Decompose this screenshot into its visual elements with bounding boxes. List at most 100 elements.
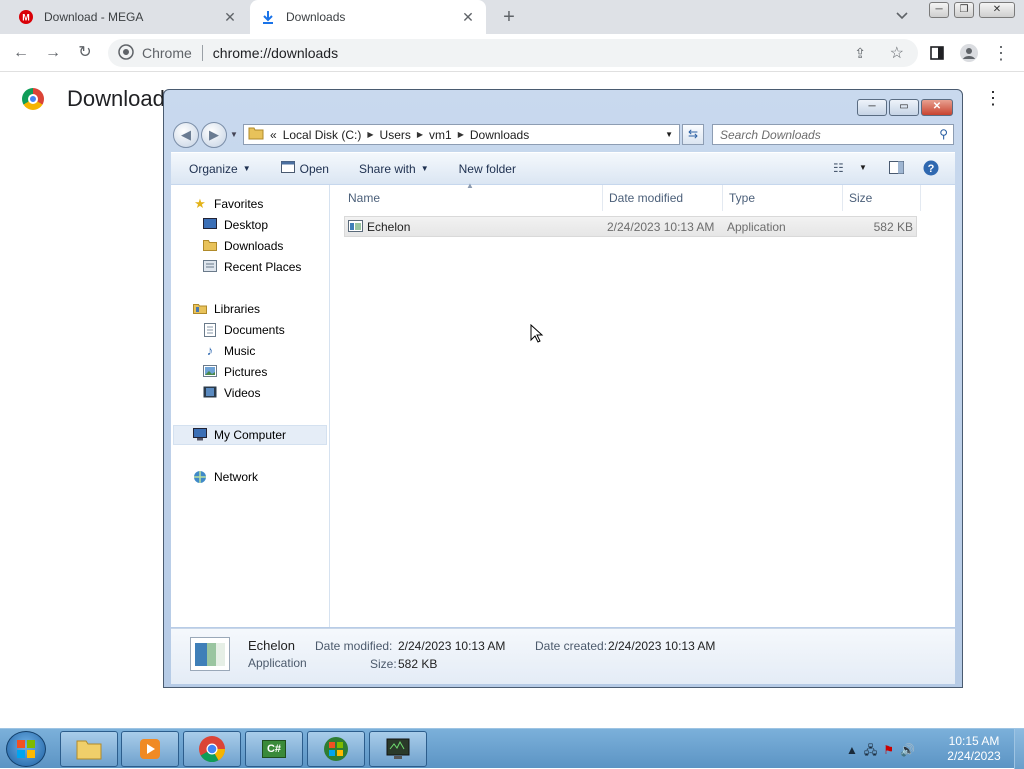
nav-pictures[interactable]: Pictures	[202, 365, 267, 379]
help-icon[interactable]: ?	[923, 160, 939, 179]
taskbar-monitor-app[interactable]	[369, 731, 427, 767]
nav-desktop[interactable]: Desktop	[202, 218, 268, 232]
refresh-icon[interactable]: ⇆	[682, 124, 704, 145]
breadcrumb-overflow[interactable]: «	[270, 128, 277, 142]
breadcrumb-downloads[interactable]: Downloads	[470, 128, 529, 142]
close-tab-icon[interactable]: ✕	[222, 9, 238, 26]
back-icon[interactable]: ◀	[173, 122, 199, 148]
show-desktop-button[interactable]	[1014, 729, 1024, 769]
column-header-date-modified[interactable]: Date modified	[603, 185, 723, 211]
star-icon[interactable]: ☆	[890, 43, 904, 63]
volume-icon[interactable]: 🔊	[900, 743, 921, 757]
page-kebab-menu-icon[interactable]: ⋮	[984, 88, 1002, 109]
organize-button[interactable]: Organize ▼	[189, 162, 251, 176]
nav-my-computer[interactable]: My Computer	[192, 428, 286, 442]
preview-pane-icon[interactable]	[889, 161, 904, 177]
search-icon[interactable]: ⚲	[939, 127, 948, 141]
share-with-button[interactable]: Share with ▼	[359, 162, 429, 176]
maximize-icon[interactable]: ▭	[889, 99, 919, 116]
forward-icon[interactable]: →	[42, 42, 64, 64]
close-icon[interactable]: ✕	[979, 2, 1015, 18]
column-header-size[interactable]: Size	[843, 185, 921, 211]
download-arrow-icon	[260, 9, 276, 25]
film-icon	[202, 386, 218, 400]
file-list: ▲ Name Date modified Type Size Echelon 2…	[330, 181, 955, 627]
nav-favorites[interactable]: ★ Favorites	[192, 197, 263, 212]
search-input[interactable]: Search Downloads ⚲	[712, 124, 954, 145]
taskbar-chrome[interactable]	[183, 731, 241, 767]
tab-downloads[interactable]: Downloads ✕	[250, 0, 486, 34]
show-hidden-icons-icon[interactable]: ▲	[846, 743, 864, 757]
new-tab-button[interactable]: +	[498, 6, 520, 28]
nav-label: Desktop	[224, 218, 269, 232]
breadcrumb-arrow-icon[interactable]: ▶	[417, 130, 423, 139]
taskbar-media-player[interactable]	[121, 731, 179, 767]
back-icon[interactable]: ←	[10, 42, 32, 64]
column-header-type[interactable]: Type	[723, 185, 843, 211]
nav-label: Videos	[224, 386, 261, 400]
open-button[interactable]: Open	[280, 161, 329, 176]
chevron-down-icon[interactable]	[896, 9, 908, 23]
nav-music[interactable]: ♪ Music	[202, 344, 256, 359]
nav-network[interactable]: Network	[192, 470, 258, 484]
url-text[interactable]: chrome://downloads	[213, 45, 338, 61]
reload-icon[interactable]: ↻	[74, 42, 96, 64]
nav-label: Libraries	[214, 302, 261, 316]
monitor-icon	[386, 738, 410, 759]
nav-documents[interactable]: Documents	[202, 323, 285, 337]
table-row[interactable]: Echelon 2/24/2023 10:13 AM Application 5…	[344, 216, 917, 237]
close-icon[interactable]: ✕	[921, 99, 953, 116]
details-size-label: Size:	[370, 657, 397, 671]
address-dropdown-icon[interactable]: ▼	[665, 130, 673, 139]
svg-text:?: ?	[928, 163, 935, 175]
new-folder-label: New folder	[458, 161, 516, 176]
media-player-icon	[140, 739, 160, 759]
change-view-icon[interactable]: ☷	[833, 161, 844, 175]
profile-avatar-icon[interactable]	[958, 42, 980, 64]
kebab-menu-icon[interactable]: ⋮	[990, 42, 1012, 64]
address-bar[interactable]: « Local Disk (C:) ▶ Users ▶ vm1 ▶ Downlo…	[243, 124, 680, 145]
column-header-name[interactable]: Name	[342, 185, 603, 211]
network-icon	[192, 470, 208, 484]
forward-icon[interactable]: ▶	[201, 122, 227, 148]
breadcrumb-local-disk[interactable]: Local Disk (C:)	[283, 128, 362, 142]
close-tab-icon[interactable]: ✕	[460, 9, 476, 26]
nav-videos[interactable]: Videos	[202, 386, 260, 400]
breadcrumb-users[interactable]: Users	[380, 128, 411, 142]
network-tray-icon[interactable]: 🖧	[864, 743, 883, 757]
nav-libraries[interactable]: Libraries	[192, 302, 260, 316]
nav-label: Documents	[224, 323, 285, 337]
share-icon[interactable]: ⇪	[854, 45, 866, 62]
breadcrumb-arrow-icon[interactable]: ▶	[367, 130, 373, 139]
taskbar-csharp[interactable]: C#	[245, 731, 303, 767]
nav-downloads[interactable]: Downloads	[202, 239, 283, 253]
breadcrumb-vm1[interactable]: vm1	[429, 128, 452, 142]
tab-strip: M Download - MEGA ✕ Downloads ✕ + ─ ❐ ✕	[0, 0, 1024, 34]
minimize-icon[interactable]: ─	[929, 2, 949, 18]
details-date-created-label: Date created:	[535, 639, 608, 653]
taskbar-windows-update[interactable]	[307, 731, 365, 767]
restore-icon[interactable]: ❐	[954, 2, 974, 18]
nav-buttons: ◀ ▶	[173, 122, 229, 148]
details-kind: Application	[248, 656, 307, 670]
system-clock[interactable]: 10:15 AM 2/24/2023	[942, 734, 1006, 764]
dropdown-arrow-icon: ▼	[420, 164, 429, 173]
nav-label: Pictures	[224, 365, 268, 379]
recent-pages-chevron-icon[interactable]: ▼	[230, 130, 238, 139]
nav-recent-places[interactable]: Recent Places	[202, 260, 301, 274]
side-panel-icon[interactable]	[926, 42, 948, 64]
breadcrumb-arrow-icon[interactable]: ▶	[458, 130, 464, 139]
taskbar-explorer[interactable]	[60, 731, 118, 767]
chrome-logo-icon	[22, 88, 44, 110]
omnibox[interactable]: Chrome chrome://downloads ⇪ ☆	[108, 39, 918, 67]
action-center-icon[interactable]: ⚑	[883, 743, 900, 757]
start-button[interactable]	[6, 731, 46, 767]
tab-mega[interactable]: M Download - MEGA ✕	[8, 0, 248, 34]
organize-label: Organize	[189, 161, 238, 176]
minimize-icon[interactable]: ─	[857, 99, 887, 116]
new-folder-button[interactable]: New folder	[459, 162, 516, 176]
mouse-cursor-icon	[530, 323, 544, 344]
computer-icon	[192, 428, 208, 442]
windows-logo-icon	[17, 740, 35, 758]
view-dropdown-icon[interactable]: ▼	[859, 163, 867, 172]
